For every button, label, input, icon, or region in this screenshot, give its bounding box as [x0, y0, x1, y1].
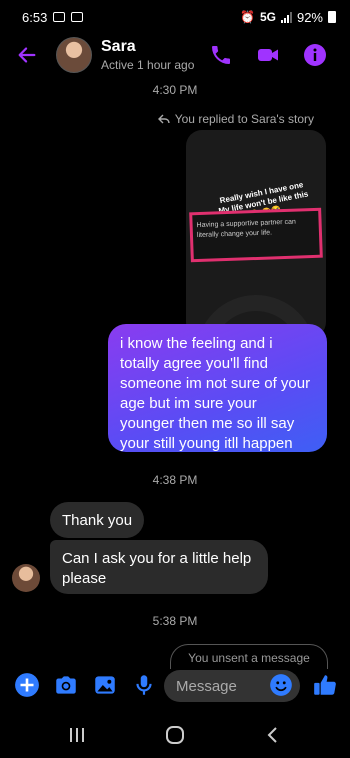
audio-call-icon[interactable] — [209, 43, 233, 67]
info-icon[interactable] — [303, 43, 327, 67]
back-nav-icon[interactable] — [262, 724, 284, 746]
sent-message-bubble[interactable]: i know the feeling and i totally agree y… — [108, 324, 327, 452]
gallery-icon[interactable] — [92, 672, 118, 698]
story-reply-note: You replied to Sara's story — [157, 112, 314, 126]
camera-icon[interactable] — [53, 672, 79, 698]
video-call-icon[interactable] — [256, 43, 280, 67]
back-arrow-icon[interactable] — [16, 44, 38, 66]
contact-avatar[interactable] — [56, 37, 92, 73]
message-composer — [0, 666, 350, 706]
home-icon[interactable] — [164, 724, 186, 746]
sender-avatar — [12, 564, 40, 592]
story-reply-label: You replied to Sara's story — [174, 112, 314, 126]
emoji-icon[interactable] — [268, 672, 294, 698]
alarm-icon: ⏰ — [240, 10, 255, 24]
clock: 6:53 — [22, 9, 48, 25]
network-type: 5G — [259, 10, 276, 24]
contact-active-status: Active 1 hour ago — [101, 58, 195, 72]
timestamp-separator: 4:30 PM — [152, 83, 198, 97]
status-bar: 6:53 ⏰ 5G 92% — [0, 0, 350, 34]
battery-icon — [328, 11, 336, 23]
thumbs-up-icon[interactable] — [312, 672, 338, 698]
timestamp-separator: 4:38 PM — [152, 473, 198, 487]
received-message-bubble[interactable]: Can I ask you for a little help please — [50, 540, 268, 594]
recent-apps-icon[interactable] — [66, 724, 88, 746]
timestamp-separator: 5:38 PM — [152, 614, 198, 628]
image-notification-icon — [71, 12, 84, 22]
battery-percent: 92% — [296, 9, 323, 25]
received-message-bubble[interactable]: Thank you — [50, 502, 145, 538]
microphone-icon[interactable] — [131, 672, 157, 698]
signal-icon — [280, 11, 292, 23]
plus-icon[interactable] — [14, 672, 40, 698]
story-quote: Having a supportive partner can literall… — [189, 207, 323, 263]
gallery-notification-icon — [53, 12, 66, 22]
contact-name[interactable]: Sara — [101, 38, 136, 56]
system-navigation-bar — [0, 712, 350, 758]
chat-header: Sara Active 1 hour ago — [0, 34, 350, 78]
reply-icon — [157, 114, 170, 124]
story-preview[interactable]: Really wish I have one My life won't be … — [186, 130, 326, 338]
